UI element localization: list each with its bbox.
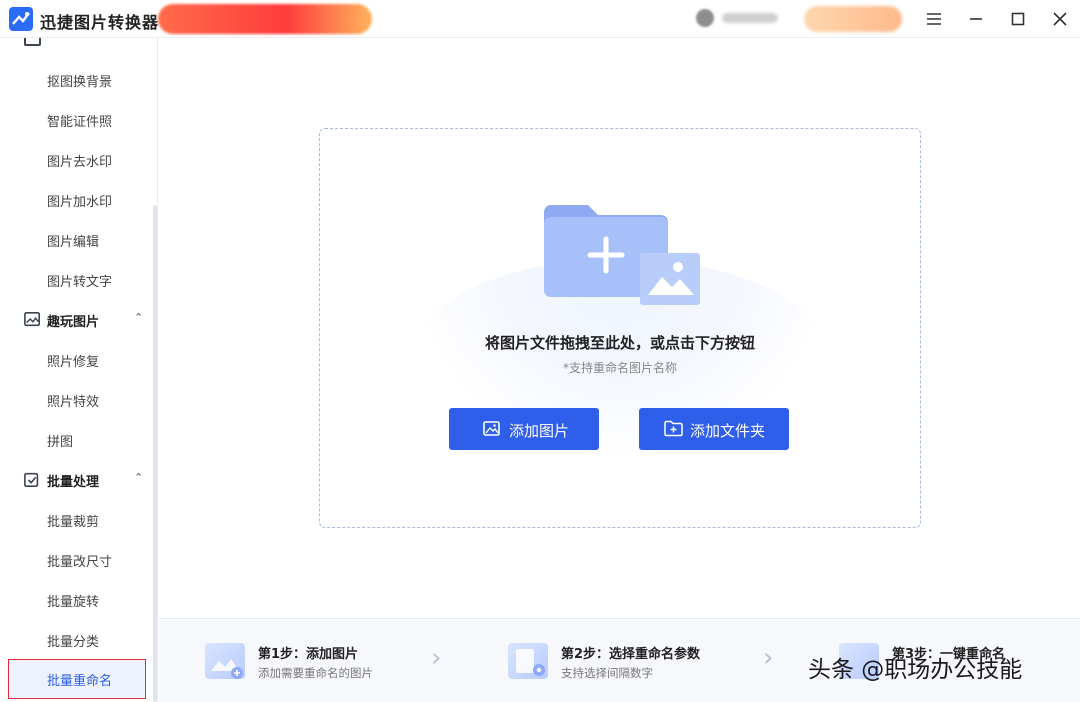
main-area: 将图片文件拖拽至此处，或点击下方按钮 *支持重命名图片名称 添加图片 添加文件夹 bbox=[159, 38, 1080, 618]
watermark: 头条 @职场办公技能 bbox=[808, 650, 1022, 684]
sidebar-category-fun[interactable]: 趣玩图片 ⌃ bbox=[0, 303, 158, 337]
chevron-right-icon: › bbox=[763, 643, 773, 673]
sidebar-item-photo-repair[interactable]: 照片修复 bbox=[0, 341, 150, 377]
category-label-batch: 批量处理 bbox=[47, 471, 99, 490]
drop-instruction: 将图片文件拖拽至此处，或点击下方按钮 bbox=[320, 332, 920, 353]
close-icon[interactable] bbox=[1049, 8, 1071, 30]
chevron-up-icon: ⌃ bbox=[134, 311, 143, 324]
app-logo-icon bbox=[9, 7, 33, 31]
sidebar-item-add-watermark[interactable]: 图片加水印 bbox=[0, 181, 150, 217]
sidebar-item-remove-watermark[interactable]: 图片去水印 bbox=[0, 141, 150, 177]
sidebar-item-id-photo[interactable]: 智能证件照 bbox=[0, 101, 150, 137]
image-icon bbox=[483, 420, 500, 437]
minimize-icon[interactable] bbox=[965, 8, 987, 30]
add-image-label: 添加图片 bbox=[509, 420, 569, 441]
step-2-title: 第2步：选择重命名参数 bbox=[561, 643, 700, 662]
sidebar-item-image-to-text[interactable]: 图片转文字 bbox=[0, 261, 150, 297]
app-title: 迅捷图片转换器 bbox=[40, 9, 159, 33]
avatar bbox=[696, 9, 714, 27]
image-tools-icon bbox=[24, 38, 41, 46]
step-1-title: 第1步：添加图片 bbox=[258, 643, 358, 662]
drop-hint: *支持重命名图片名称 bbox=[320, 359, 920, 376]
folder-add-icon bbox=[664, 420, 683, 437]
maximize-icon[interactable] bbox=[1007, 8, 1029, 30]
menu-icon[interactable] bbox=[923, 8, 945, 30]
add-folder-button[interactable]: 添加文件夹 bbox=[639, 408, 789, 450]
category-label-fun: 趣玩图片 bbox=[47, 311, 99, 330]
step-1-desc: 添加需要重命名的图片 bbox=[258, 665, 373, 681]
sidebar-item-image-edit[interactable]: 图片编辑 bbox=[0, 221, 150, 257]
chevron-right-icon: › bbox=[431, 643, 441, 673]
user-account[interactable] bbox=[696, 9, 792, 27]
sidebar-item-batch-rename[interactable]: 批量重命名 bbox=[8, 659, 146, 699]
add-folder-label: 添加文件夹 bbox=[690, 420, 765, 441]
sidebar-item-batch-classify[interactable]: 批量分类 bbox=[0, 621, 150, 657]
chevron-up-icon: ⌃ bbox=[134, 471, 143, 484]
sidebar-item-batch-resize[interactable]: 批量改尺寸 bbox=[0, 541, 150, 577]
sidebar-item-cutout[interactable]: 抠图换背景 bbox=[0, 61, 150, 97]
title-bar: 迅捷图片转换器 bbox=[0, 0, 1080, 38]
sidebar-item-collage[interactable]: 拼图 bbox=[0, 421, 150, 457]
sidebar-item-batch-rotate[interactable]: 批量旋转 bbox=[0, 581, 150, 617]
fun-image-icon bbox=[24, 311, 41, 328]
promo-banner[interactable] bbox=[158, 4, 372, 34]
add-image-step-icon bbox=[205, 643, 245, 679]
sidebar-category-image-tools[interactable]: ⌃ bbox=[0, 38, 158, 55]
batch-check-icon bbox=[24, 471, 41, 488]
sidebar-scrollbar[interactable] bbox=[153, 205, 157, 702]
sidebar-item-batch-crop[interactable]: 批量裁剪 bbox=[0, 501, 150, 537]
drop-zone[interactable]: 将图片文件拖拽至此处，或点击下方按钮 *支持重命名图片名称 添加图片 添加文件夹 bbox=[319, 128, 921, 528]
sidebar: ⌃ 抠图换背景 智能证件照 图片去水印 图片加水印 图片编辑 图片转文字 趣玩图… bbox=[0, 38, 158, 702]
chevron-up-icon: ⌃ bbox=[134, 38, 143, 42]
add-folder-illustration-icon bbox=[544, 203, 704, 309]
rename-params-step-icon bbox=[508, 643, 548, 679]
vip-button[interactable] bbox=[804, 6, 902, 32]
sidebar-category-batch[interactable]: 批量处理 ⌃ bbox=[0, 463, 158, 497]
sidebar-item-photo-effects[interactable]: 照片特效 bbox=[0, 381, 150, 417]
user-name bbox=[722, 13, 778, 23]
add-image-button[interactable]: 添加图片 bbox=[449, 408, 599, 450]
step-2-desc: 支持选择间隔数字 bbox=[561, 665, 653, 681]
